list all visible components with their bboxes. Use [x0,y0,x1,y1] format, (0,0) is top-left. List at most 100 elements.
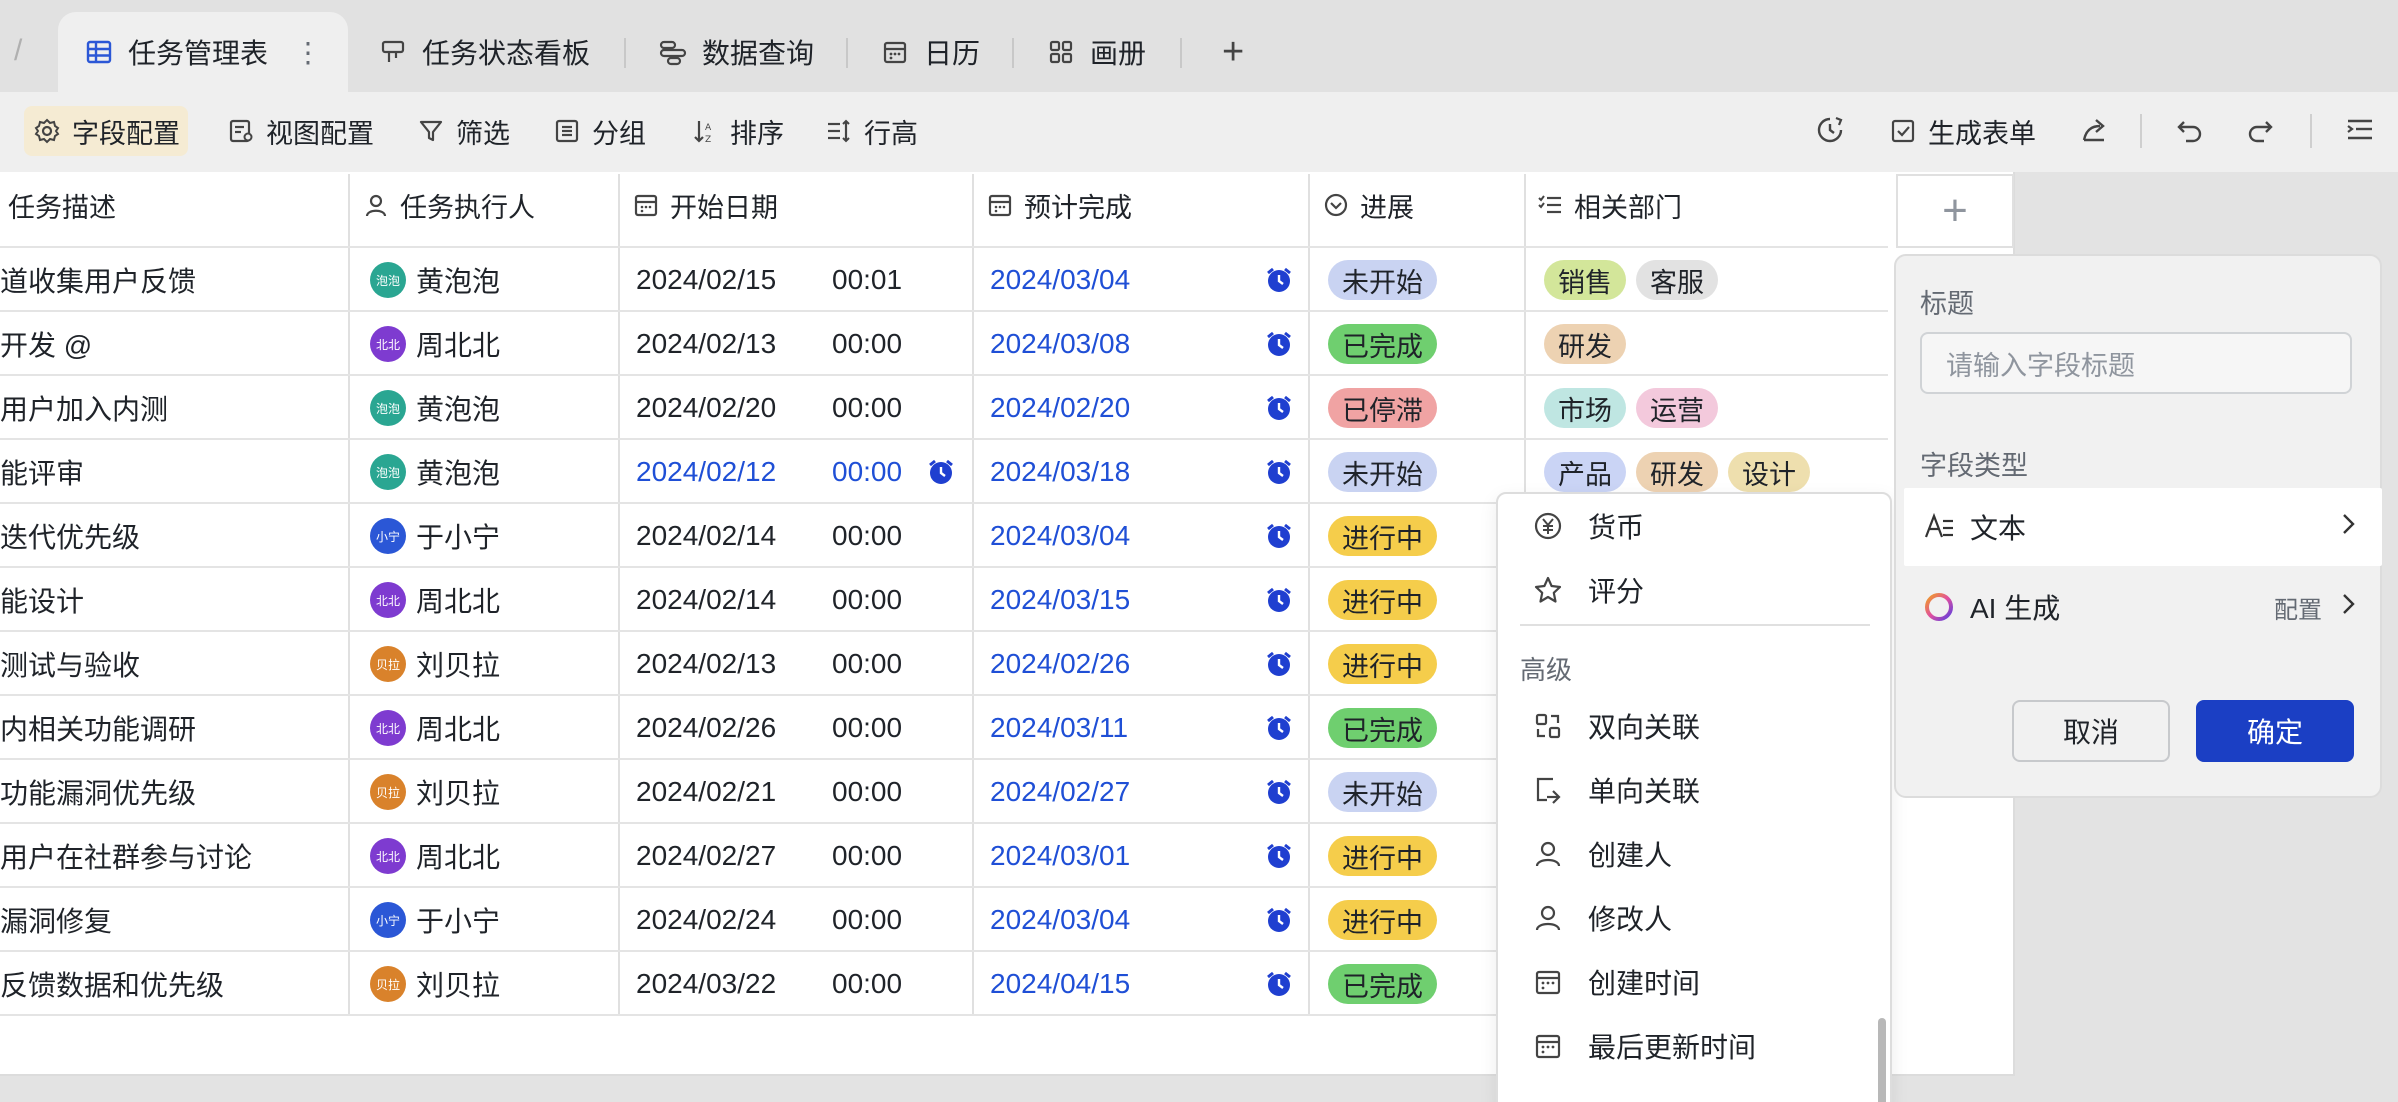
task-description-cell[interactable]: 用户加入内测 [0,377,348,439]
tab-data-query[interactable]: 数据查询 [658,12,814,92]
start-time-cell[interactable]: 00:00 [832,377,902,439]
start-time-cell[interactable]: 00:00 [832,953,902,1015]
start-time-cell[interactable]: 00:01 [832,249,902,311]
due-date-cell[interactable]: 2024/03/08 [990,313,1130,375]
start-date-cell[interactable]: 2024/02/13 [636,633,776,695]
due-date-cell[interactable]: 2024/03/11 [990,697,1128,759]
due-date-cell[interactable]: 2024/03/18 [990,441,1130,503]
task-description-cell[interactable]: 反馈数据和优先级 [0,953,348,1015]
field-type-select[interactable]: 文本 [1904,488,2382,566]
task-description-cell[interactable]: 迭代优先级 [0,505,348,567]
menu-item-creator[interactable]: 创建人 [1498,822,1880,886]
redo-icon[interactable] [2242,112,2278,148]
row-height-button[interactable]: 行高 [816,106,926,156]
menu-item-two-way-link[interactable]: 双向关联 [1498,694,1880,758]
menu-item-one-way-link[interactable]: 单向关联 [1498,758,1880,822]
column-header-due-date[interactable]: 预计完成 [986,174,1132,236]
menu-item-currency[interactable]: 货币 [1498,494,1880,558]
task-description-cell[interactable]: 用户在社群参与讨论 [0,825,348,887]
task-description-cell[interactable]: 功能漏洞优先级 [0,761,348,823]
alarm-clock-icon[interactable] [1264,777,1294,807]
alarm-clock-icon[interactable] [1264,457,1294,487]
progress-cell[interactable]: 未开始 [1328,441,1447,503]
start-date-cell[interactable]: 2024/02/24 [636,889,776,951]
progress-cell[interactable]: 进行中 [1328,569,1447,631]
group-button[interactable]: 分组 [544,106,654,156]
assignee-cell[interactable]: 北北 周北北 [370,569,500,631]
column-header-start-date[interactable]: 开始日期 [632,174,778,236]
progress-cell[interactable]: 进行中 [1328,889,1447,951]
assignee-cell[interactable]: 泡泡 黄泡泡 [370,441,500,503]
progress-cell[interactable]: 进行中 [1328,633,1447,695]
progress-cell[interactable]: 未开始 [1328,761,1447,823]
tab-gallery[interactable]: 画册 [1046,12,1146,92]
due-date-cell[interactable]: 2024/03/01 [990,825,1130,887]
start-date-cell[interactable]: 2024/02/15 [636,249,776,311]
due-date-cell[interactable]: 2024/02/27 [990,761,1130,823]
tab-status-board[interactable]: 任务状态看板 [378,12,590,92]
due-date-cell[interactable]: 2024/02/26 [990,633,1130,695]
due-date-cell[interactable]: 2024/03/04 [990,889,1130,951]
start-time-cell[interactable]: 00:00 [832,313,902,375]
alarm-clock-icon[interactable] [926,457,956,487]
add-column-button[interactable]: + [1896,174,2014,248]
progress-cell[interactable]: 已完成 [1328,313,1447,375]
start-time-cell[interactable]: 00:00 [832,825,902,887]
field-config-button[interactable]: 字段配置 [24,106,188,156]
alarm-clock-icon[interactable] [1264,905,1294,935]
start-time-cell[interactable]: 00:00 [832,505,902,567]
start-date-cell[interactable]: 2024/02/14 [636,505,776,567]
assignee-cell[interactable]: 泡泡 黄泡泡 [370,249,500,311]
progress-cell[interactable]: 进行中 [1328,505,1447,567]
column-header-department[interactable]: 相关部门 [1536,174,1682,236]
more-vertical-icon[interactable]: ⋮ [294,36,322,69]
start-time-cell[interactable]: 00:00 [832,697,902,759]
assignee-cell[interactable]: 贝拉 刘贝拉 [370,761,500,823]
assignee-cell[interactable]: 泡泡 黄泡泡 [370,377,500,439]
sort-button[interactable]: AZ 排序 [682,106,792,156]
assignee-cell[interactable]: 北北 周北北 [370,825,500,887]
progress-cell[interactable]: 未开始 [1328,249,1447,311]
assignee-cell[interactable]: 小宁 于小宁 [370,505,500,567]
due-date-cell[interactable]: 2024/03/15 [990,569,1130,631]
filter-button[interactable]: 筛选 [408,106,518,156]
start-date-cell[interactable]: 2024/03/22 [636,953,776,1015]
task-description-cell[interactable]: 漏洞修复 [0,889,348,951]
alarm-clock-icon[interactable] [1264,585,1294,615]
department-cell[interactable]: 研发 [1544,313,1636,375]
start-date-cell[interactable]: 2024/02/14 [636,569,776,631]
alarm-clock-icon[interactable] [1264,969,1294,999]
generate-form-button[interactable]: 生成表单 [1880,106,2044,156]
task-description-cell[interactable]: 能设计 [0,569,348,631]
tab-task-table[interactable]: 任务管理表 ⋮ [58,12,349,92]
progress-cell[interactable]: 已完成 [1328,953,1447,1015]
start-date-cell[interactable]: 2024/02/13 [636,313,776,375]
start-date-cell[interactable]: 2024/02/20 [636,377,776,439]
department-cell[interactable]: 销售 客服 [1544,249,1728,311]
alarm-clock-icon[interactable] [1264,841,1294,871]
start-time-cell[interactable]: 00:00 [832,633,902,695]
alarm-clock-icon[interactable] [1264,521,1294,551]
start-date-cell[interactable]: 2024/02/12 [636,441,776,503]
task-description-cell[interactable]: 道收集用户反馈 [0,249,348,311]
alarm-clock-icon[interactable] [1264,713,1294,743]
assignee-cell[interactable]: 小宁 于小宁 [370,889,500,951]
alarm-clock-icon[interactable] [1264,649,1294,679]
menu-item-modifier[interactable]: 修改人 [1498,886,1880,950]
history-icon[interactable] [1812,112,1848,148]
task-description-cell[interactable]: 内相关功能调研 [0,697,348,759]
add-view-button[interactable]: + [1222,12,1244,92]
share-icon[interactable] [2076,112,2112,148]
due-date-cell[interactable]: 2024/03/04 [990,505,1130,567]
task-description-cell[interactable]: 能评审 [0,441,348,503]
menu-scrollbar[interactable] [1878,1018,1886,1102]
menu-item-updated-time[interactable]: 最后更新时间 [1498,1014,1880,1078]
progress-cell[interactable]: 已停滞 [1328,377,1447,439]
due-date-cell[interactable]: 2024/04/15 [990,953,1130,1015]
column-header-description[interactable]: 任务描述 [8,174,116,236]
progress-cell[interactable]: 已完成 [1328,697,1447,759]
start-date-cell[interactable]: 2024/02/27 [636,825,776,887]
cancel-button[interactable]: 取消 [2012,700,2170,762]
start-time-cell[interactable]: 00:00 [832,761,902,823]
column-header-progress[interactable]: 进展 [1322,174,1414,236]
